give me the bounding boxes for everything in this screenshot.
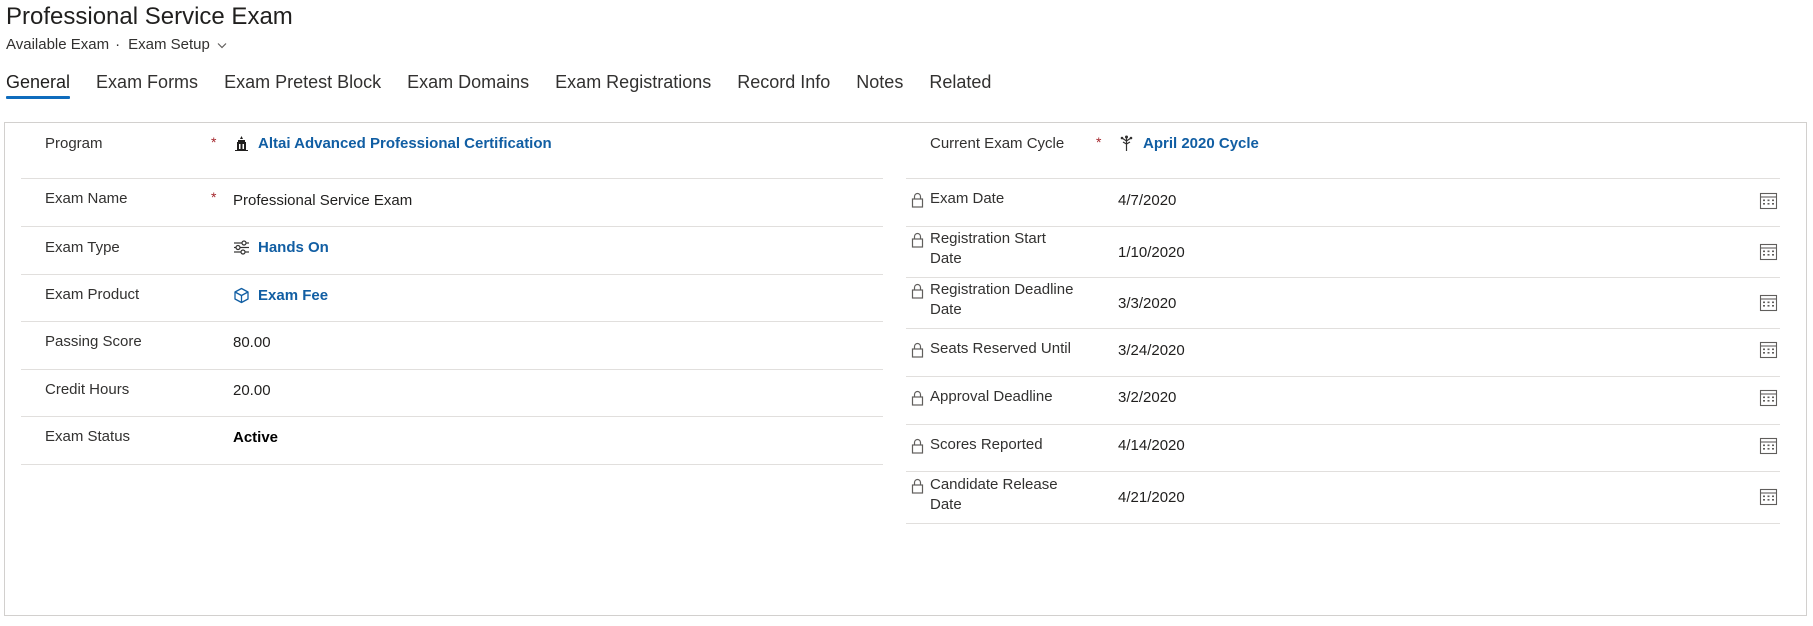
chevron-down-icon: [216, 39, 228, 51]
left-column: Program * Altai Advanced Professional Ce…: [21, 133, 883, 465]
approval-deadline-input[interactable]: 3/2/2020: [1118, 389, 1176, 406]
entity-name: Available Exam: [6, 36, 110, 53]
calendar-icon[interactable]: [1759, 293, 1778, 312]
field-label: Candidate Release Date: [930, 476, 1058, 513]
lock-icon: [911, 342, 924, 358]
exam-type-lookup[interactable]: Hands On: [233, 239, 329, 256]
tab-notes[interactable]: Notes: [856, 72, 903, 99]
credit-hours-input[interactable]: 20.00: [233, 382, 271, 399]
program-value: Altai Advanced Professional Certificatio…: [258, 135, 552, 152]
field-label: Program: [45, 135, 103, 152]
field-label: Passing Score: [45, 333, 142, 350]
field-exam-name: Exam Name * Professional Service Exam: [21, 179, 883, 227]
field-exam-product: Exam Product Exam Fee: [21, 275, 883, 322]
lock-icon: [911, 232, 924, 248]
lock-icon: [911, 390, 924, 406]
required-indicator: *: [211, 134, 217, 150]
field-label: Exam Status: [45, 428, 131, 445]
registration-deadline-date-input[interactable]: 3/3/2020: [1118, 295, 1176, 312]
exam-product-value: Exam Fee: [258, 287, 329, 304]
field-label: Credit Hours: [45, 381, 130, 398]
cycle-icon: [1118, 135, 1135, 152]
calendar-icon[interactable]: [1759, 340, 1778, 359]
program-lookup[interactable]: Altai Advanced Professional Certificatio…: [233, 135, 552, 152]
field-scores-reported: Scores Reported 4/14/2020: [906, 425, 1780, 472]
exam-product-lookup[interactable]: Exam Fee: [233, 287, 328, 304]
field-program: Program * Altai Advanced Professional Ce…: [21, 133, 883, 179]
current-exam-cycle-lookup[interactable]: April 2020 Cycle: [1118, 135, 1259, 152]
sliders-icon: [233, 239, 250, 256]
required-indicator: *: [1096, 134, 1102, 150]
seats-reserved-until-input[interactable]: 3/24/2020: [1118, 342, 1185, 359]
field-exam-date: Exam Date 4/7/2020: [906, 179, 1780, 227]
lock-icon: [911, 438, 924, 454]
field-credit-hours: Credit Hours 20.00: [21, 370, 883, 417]
building-icon: [233, 135, 250, 152]
tab-record-info[interactable]: Record Info: [737, 72, 830, 99]
field-current-exam-cycle: Current Exam Cycle * April 2020 Cycle: [906, 133, 1780, 179]
tab-exam-registrations[interactable]: Exam Registrations: [555, 72, 711, 99]
field-label: Current Exam Cycle: [930, 135, 1065, 152]
field-label: Exam Type: [45, 239, 120, 256]
tab-exam-domains[interactable]: Exam Domains: [407, 72, 529, 99]
exam-status-select[interactable]: Active: [233, 429, 278, 446]
right-column: Current Exam Cycle * April 2020 Cycle Ex…: [906, 133, 1780, 524]
calendar-icon[interactable]: [1759, 487, 1778, 506]
field-approval-deadline: Approval Deadline 3/2/2020: [906, 377, 1780, 425]
record-subtitle: Available Exam · Exam Setup: [6, 36, 293, 53]
lock-icon: [911, 283, 924, 299]
field-passing-score: Passing Score 80.00: [21, 322, 883, 370]
field-label: Seats Reserved Until: [930, 340, 1071, 357]
field-registration-deadline-date: Registration Deadline Date 3/3/2020: [906, 278, 1780, 329]
exam-date-input[interactable]: 4/7/2020: [1118, 192, 1176, 209]
field-label: Scores Reported: [930, 436, 1043, 453]
calendar-icon[interactable]: [1759, 242, 1778, 261]
form-selector[interactable]: Exam Setup: [128, 36, 228, 53]
field-label: Exam Date: [930, 190, 1005, 207]
candidate-release-date-input[interactable]: 4/21/2020: [1118, 489, 1185, 506]
separator: ·: [115, 36, 121, 53]
exam-type-value: Hands On: [258, 239, 329, 256]
scores-reported-input[interactable]: 4/14/2020: [1118, 437, 1185, 454]
tab-general[interactable]: General: [6, 72, 71, 99]
field-candidate-release-date: Candidate Release Date 4/21/2020: [906, 472, 1780, 524]
tab-related[interactable]: Related: [929, 72, 991, 99]
field-seats-reserved-until: Seats Reserved Until 3/24/2020: [906, 329, 1780, 377]
field-exam-type: Exam Type Hands On: [21, 227, 883, 275]
field-label: Registration Start Date: [930, 230, 1046, 267]
cube-icon: [233, 287, 250, 304]
tab-exam-pretest-block[interactable]: Exam Pretest Block: [224, 72, 381, 99]
field-label: Registration Deadline Date: [930, 281, 1074, 318]
general-section: Program * Altai Advanced Professional Ce…: [4, 122, 1807, 616]
calendar-icon[interactable]: [1759, 191, 1778, 210]
current-exam-cycle-value: April 2020 Cycle: [1143, 135, 1259, 152]
lock-icon: [911, 478, 924, 494]
registration-start-date-input[interactable]: 1/10/2020: [1118, 244, 1185, 261]
tab-exam-forms[interactable]: Exam Forms: [96, 72, 198, 99]
field-label: Approval Deadline: [930, 388, 1053, 405]
calendar-icon[interactable]: [1759, 388, 1778, 407]
tab-bar: General Exam Forms Exam Pretest Block Ex…: [6, 72, 1017, 99]
required-indicator: *: [211, 189, 217, 205]
calendar-icon[interactable]: [1759, 436, 1778, 455]
page-title: Professional Service Exam: [6, 3, 293, 30]
lock-icon: [911, 192, 924, 208]
exam-name-input[interactable]: Professional Service Exam: [233, 192, 412, 209]
passing-score-input[interactable]: 80.00: [233, 334, 271, 351]
record-header: Professional Service Exam Available Exam…: [6, 3, 293, 53]
form-selector-label: Exam Setup: [128, 36, 210, 53]
field-label: Exam Name: [45, 190, 128, 207]
field-exam-status: Exam Status Active: [21, 417, 883, 465]
field-registration-start-date: Registration Start Date 1/10/2020: [906, 227, 1780, 278]
field-label: Exam Product: [45, 286, 140, 303]
